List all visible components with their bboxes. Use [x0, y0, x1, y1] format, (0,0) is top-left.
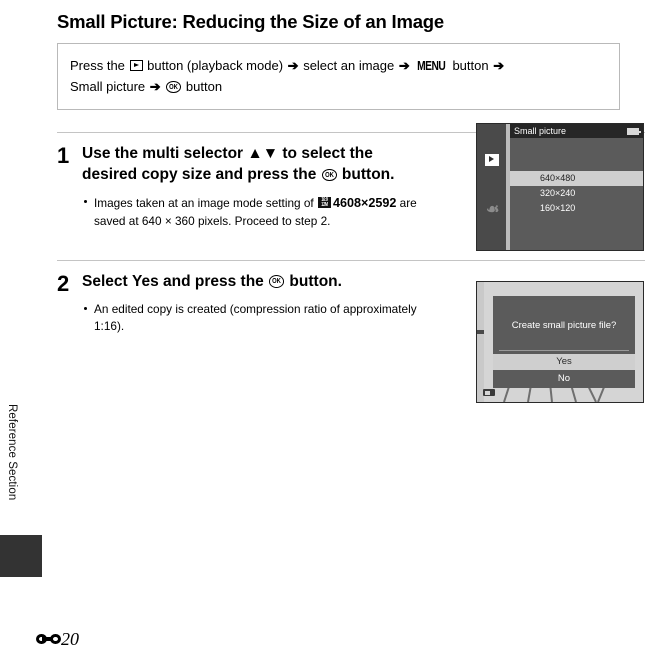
menu-button-icon: MENU — [417, 59, 447, 74]
step-1-bullets: Images taken at an image mode setting of… — [82, 194, 438, 229]
dialog-divider — [499, 350, 629, 351]
menu-list-spacer — [510, 138, 643, 171]
arrow-icon-2: ➔ — [398, 58, 410, 74]
menu-option-list: 640×480 320×240 160×120 — [510, 138, 643, 250]
navigation-path-box: Press the button (playback mode) ➔ selec… — [57, 43, 620, 111]
step-1-heading-part-c: button. — [337, 166, 395, 184]
navigation-path-line-2: Small picture ➔ button — [70, 76, 607, 97]
camera-screen-small-picture-menu: ☙ Small picture 640×480 320×240 160×120 — [476, 123, 644, 251]
step-2-heading-part-a: Select — [82, 272, 132, 290]
step-2-heading-part-c: button. — [285, 272, 342, 290]
list-item: Images taken at an image mode setting of… — [82, 194, 438, 229]
step-2-heading-bold: Yes — [131, 272, 159, 290]
path-text-button-1: button — [452, 58, 489, 74]
reference-section-e-icon — [36, 632, 61, 645]
arrow-icon-4: ➔ — [149, 79, 161, 95]
photo-left-mark — [477, 330, 484, 334]
navigation-path-line-1: Press the button (playback mode) ➔ selec… — [70, 55, 607, 76]
multi-selector-up-down-icon: ▲▼ — [247, 145, 279, 163]
bullet-bold-value: 4608×2592 — [332, 196, 397, 211]
camera-screen-confirm-dialog: Create small picture file? Yes No — [476, 281, 644, 403]
section-label: Reference Section — [6, 404, 18, 501]
dialog-yes-button[interactable]: Yes — [493, 354, 635, 370]
ok-button-icon — [269, 275, 285, 288]
arrow-icon-3: ➔ — [493, 58, 505, 74]
menu-option-320x240[interactable]: 320×240 — [510, 186, 643, 201]
step-2-heading: Select Yes and press the button. — [82, 272, 412, 293]
path-text-press-the: Press the — [70, 58, 125, 74]
bullet-text-a: An edited copy is created (compression r… — [94, 301, 417, 333]
battery-icon — [483, 389, 495, 396]
step-2-bullets: An edited copy is created (compression r… — [82, 301, 438, 335]
step-1-heading: Use the multi selector ▲▼ to select the … — [82, 144, 412, 186]
menu-title-bar: Small picture — [510, 124, 643, 138]
step-2-heading-part-b: and press the — [158, 272, 269, 290]
page-number: 20 — [36, 629, 79, 649]
step-1-heading-part-a: Use the multi selector — [82, 145, 248, 163]
ok-button-icon — [166, 80, 182, 94]
menu-option-640x480[interactable]: 640×480 — [510, 171, 643, 186]
path-text-select-image: select an image — [303, 58, 395, 74]
list-item: An edited copy is created (compression r… — [82, 301, 438, 335]
menu-sidebar: ☙ — [477, 124, 506, 250]
menu-title: Small picture — [514, 126, 567, 136]
ok-button-icon — [321, 168, 337, 182]
dialog-message: Create small picture file? — [511, 320, 617, 331]
page-number-text: 20 — [61, 629, 79, 649]
menu-option-160x120[interactable]: 160×120 — [510, 201, 643, 216]
arrow-icon-1: ➔ — [287, 58, 299, 74]
playback-button-icon — [129, 60, 143, 72]
bullet-text-a: Images taken at an image mode setting of — [94, 196, 317, 211]
step-2-number: 2 — [57, 270, 70, 296]
path-text-small-picture: Small picture — [70, 79, 146, 95]
photo-left-strip — [477, 282, 484, 402]
image-mode-16x9-icon: 16:9 12M — [317, 197, 331, 209]
wrench-setup-icon[interactable]: ☙ — [486, 201, 499, 218]
playback-mode-icon[interactable] — [485, 154, 499, 166]
image-mode-icon-bottom: 12M — [321, 201, 328, 208]
section-tab-block — [0, 535, 42, 577]
page-title: Small Picture: Reducing the Size of an I… — [57, 11, 444, 32]
path-text-button-2: button — [185, 79, 223, 95]
confirm-dialog: Create small picture file? Yes No — [493, 296, 635, 388]
path-text-button-playback: button (playback mode) — [147, 58, 284, 74]
step-1-number: 1 — [57, 143, 70, 169]
battery-icon — [627, 128, 641, 135]
dialog-no-button[interactable]: No — [493, 371, 635, 387]
